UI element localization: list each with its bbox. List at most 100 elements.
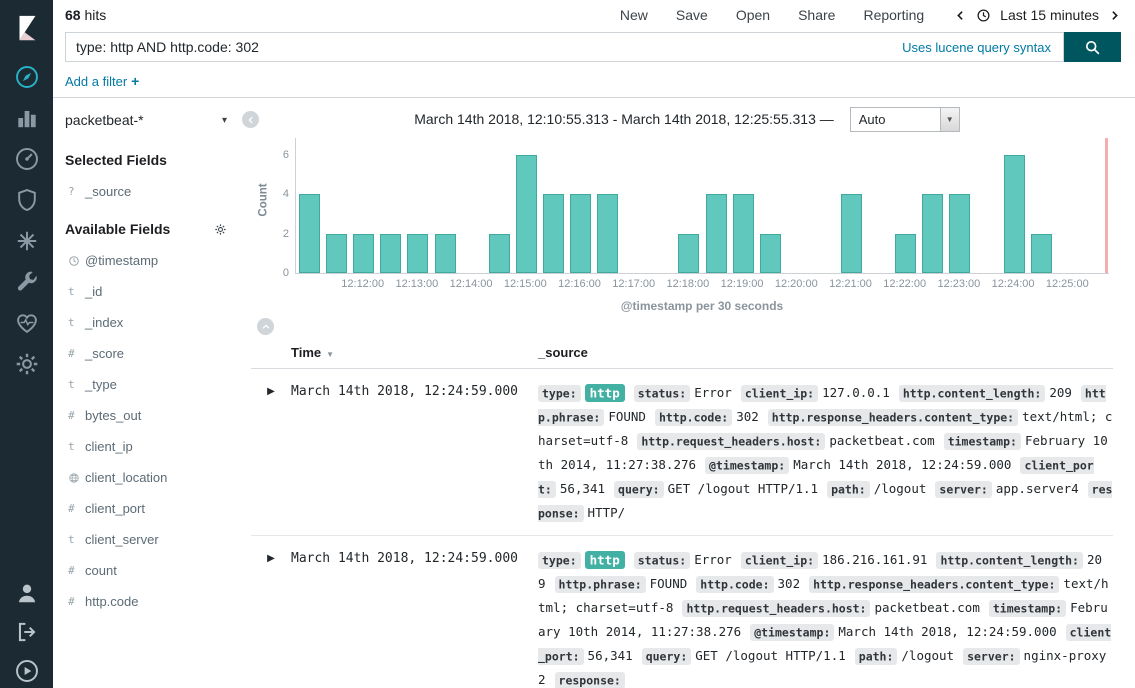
field-badge: timestamp: bbox=[944, 433, 1021, 450]
time-range-end-marker bbox=[1105, 138, 1108, 273]
field-name: client_ip bbox=[85, 439, 133, 454]
sidebar-item-monitoring[interactable] bbox=[14, 310, 40, 336]
collapse-chart-button[interactable] bbox=[257, 318, 274, 335]
time-range-label[interactable]: Last 15 minutes bbox=[1000, 7, 1099, 23]
kibana-logo-icon bbox=[12, 13, 42, 43]
histogram-bar[interactable] bbox=[706, 194, 727, 273]
field-badge: type: bbox=[538, 552, 581, 569]
histogram-bar[interactable] bbox=[570, 194, 591, 273]
search-button[interactable] bbox=[1064, 32, 1121, 62]
field-badge: http.phrase: bbox=[555, 576, 646, 593]
add-filter-button[interactable]: Add a filter+ bbox=[65, 73, 139, 89]
lucene-syntax-link[interactable]: Uses lucene query syntax bbox=[902, 40, 1051, 55]
interval-select[interactable]: Auto ▼ bbox=[850, 107, 960, 132]
index-pattern-selector[interactable]: packetbeat-* ▾ bbox=[53, 100, 239, 138]
sparkle-icon bbox=[14, 228, 40, 254]
time-forward-button[interactable] bbox=[1108, 9, 1121, 22]
field-type-badge: ? bbox=[68, 185, 85, 198]
x-axis-tick: 12:24:00 bbox=[992, 278, 1035, 290]
field-item-type[interactable]: t_type bbox=[53, 369, 239, 400]
field-item-client-ip[interactable]: tclient_ip bbox=[53, 431, 239, 462]
field-value: Error bbox=[694, 552, 732, 567]
field-type-badge: # bbox=[68, 409, 85, 422]
histogram-bar[interactable] bbox=[353, 234, 374, 273]
search-box: Uses lucene query syntax bbox=[65, 32, 1064, 62]
expand-row-button[interactable]: ▶ bbox=[251, 381, 291, 525]
histogram-bar[interactable] bbox=[407, 234, 428, 273]
menu-save[interactable]: Save bbox=[676, 7, 708, 23]
field-item-source[interactable]: ?_source bbox=[53, 176, 239, 207]
sidebar-item-logout[interactable] bbox=[14, 619, 40, 645]
field-name: _id bbox=[85, 284, 102, 299]
histogram-bar[interactable] bbox=[597, 194, 618, 273]
field-item-timestamp[interactable]: @timestamp bbox=[53, 245, 239, 276]
field-item-score[interactable]: #_score bbox=[53, 338, 239, 369]
time-back-button[interactable] bbox=[954, 9, 967, 22]
field-value: app.server4 bbox=[996, 481, 1079, 496]
field-item-bytes-out[interactable]: #bytes_out bbox=[53, 400, 239, 431]
x-axis-tick: 12:15:00 bbox=[504, 278, 547, 290]
field-item-count[interactable]: #count bbox=[53, 555, 239, 586]
histogram-bar[interactable] bbox=[841, 194, 862, 273]
menu-open[interactable]: Open bbox=[736, 7, 770, 23]
caret-down-icon: ▾ bbox=[222, 115, 227, 126]
menu-new[interactable]: New bbox=[620, 7, 648, 23]
y-axis-label: Count bbox=[258, 183, 270, 216]
sidebar-item-account[interactable] bbox=[14, 580, 40, 606]
play-circle-icon bbox=[14, 658, 40, 684]
sidebar-item-discover[interactable] bbox=[14, 64, 40, 90]
field-type-badge: # bbox=[68, 564, 85, 577]
histogram-bar[interactable] bbox=[435, 234, 456, 273]
hits-count: 68 hits bbox=[65, 7, 106, 23]
histogram-bar[interactable] bbox=[678, 234, 699, 273]
gear-icon[interactable] bbox=[214, 223, 227, 236]
sidebar-item-timelion[interactable] bbox=[14, 228, 40, 254]
sidebar-item-security[interactable] bbox=[14, 187, 40, 213]
field-item-id[interactable]: t_id bbox=[53, 276, 239, 307]
field-item-client-server[interactable]: tclient_server bbox=[53, 524, 239, 555]
available-fields-label: Available Fields bbox=[65, 221, 170, 237]
sidebar-item-management[interactable] bbox=[14, 351, 40, 377]
user-icon bbox=[14, 580, 40, 606]
histogram-bar[interactable] bbox=[380, 234, 401, 273]
collapse-fields-button[interactable] bbox=[242, 111, 259, 128]
kibana-app: 68 hits New Save Open Share Reporting Last 1… bbox=[0, 0, 1135, 688]
histogram-bar[interactable] bbox=[1031, 234, 1052, 273]
sidebar-item-help[interactable] bbox=[14, 658, 40, 684]
wrench-icon bbox=[14, 269, 40, 295]
field-item-client-port[interactable]: #client_port bbox=[53, 493, 239, 524]
field-badge: http.response_headers.content_type: bbox=[809, 576, 1059, 593]
histogram-bar[interactable] bbox=[326, 234, 347, 273]
sidebar-item-dashboard[interactable] bbox=[14, 146, 40, 172]
clock-icon bbox=[68, 255, 85, 267]
field-value: packetbeat.com bbox=[829, 433, 934, 448]
histogram-bar[interactable] bbox=[922, 194, 943, 273]
table-row: ▶March 14th 2018, 12:24:59.000type:https… bbox=[251, 536, 1113, 688]
x-axis-tick: 12:21:00 bbox=[829, 278, 872, 290]
sidebar-item-dev-tools[interactable] bbox=[14, 269, 40, 295]
histogram-bar[interactable] bbox=[489, 234, 510, 273]
interval-value: Auto bbox=[851, 112, 886, 127]
kibana-logo[interactable] bbox=[0, 0, 53, 56]
histogram-chart: Count 0246 12:12:0012:13:0012:14:0012:15… bbox=[295, 138, 1109, 313]
histogram-bar[interactable] bbox=[299, 194, 320, 273]
histogram-bar[interactable] bbox=[1004, 155, 1025, 273]
expand-row-button[interactable]: ▶ bbox=[251, 548, 291, 688]
field-item-http-code[interactable]: #http.code bbox=[53, 586, 239, 617]
field-value: March 14th 2018, 12:24:59.000 bbox=[838, 624, 1056, 639]
menu-share[interactable]: Share bbox=[798, 7, 835, 23]
histogram-bar[interactable] bbox=[543, 194, 564, 273]
field-item-client-location[interactable]: client_location bbox=[53, 462, 239, 493]
field-item-index[interactable]: t_index bbox=[53, 307, 239, 338]
sidebar-item-visualize[interactable] bbox=[14, 105, 40, 131]
search-input[interactable] bbox=[66, 39, 902, 55]
histogram-bar[interactable] bbox=[949, 194, 970, 273]
histogram-bar[interactable] bbox=[516, 155, 537, 273]
histogram-bar[interactable] bbox=[760, 234, 781, 273]
histogram-bar[interactable] bbox=[895, 234, 916, 273]
histogram-bar[interactable] bbox=[733, 194, 754, 273]
field-badge: http.code: bbox=[696, 576, 773, 593]
column-header-time[interactable]: Time▼ bbox=[291, 345, 538, 360]
menu-reporting[interactable]: Reporting bbox=[863, 7, 924, 23]
bar-chart-icon bbox=[14, 105, 40, 131]
